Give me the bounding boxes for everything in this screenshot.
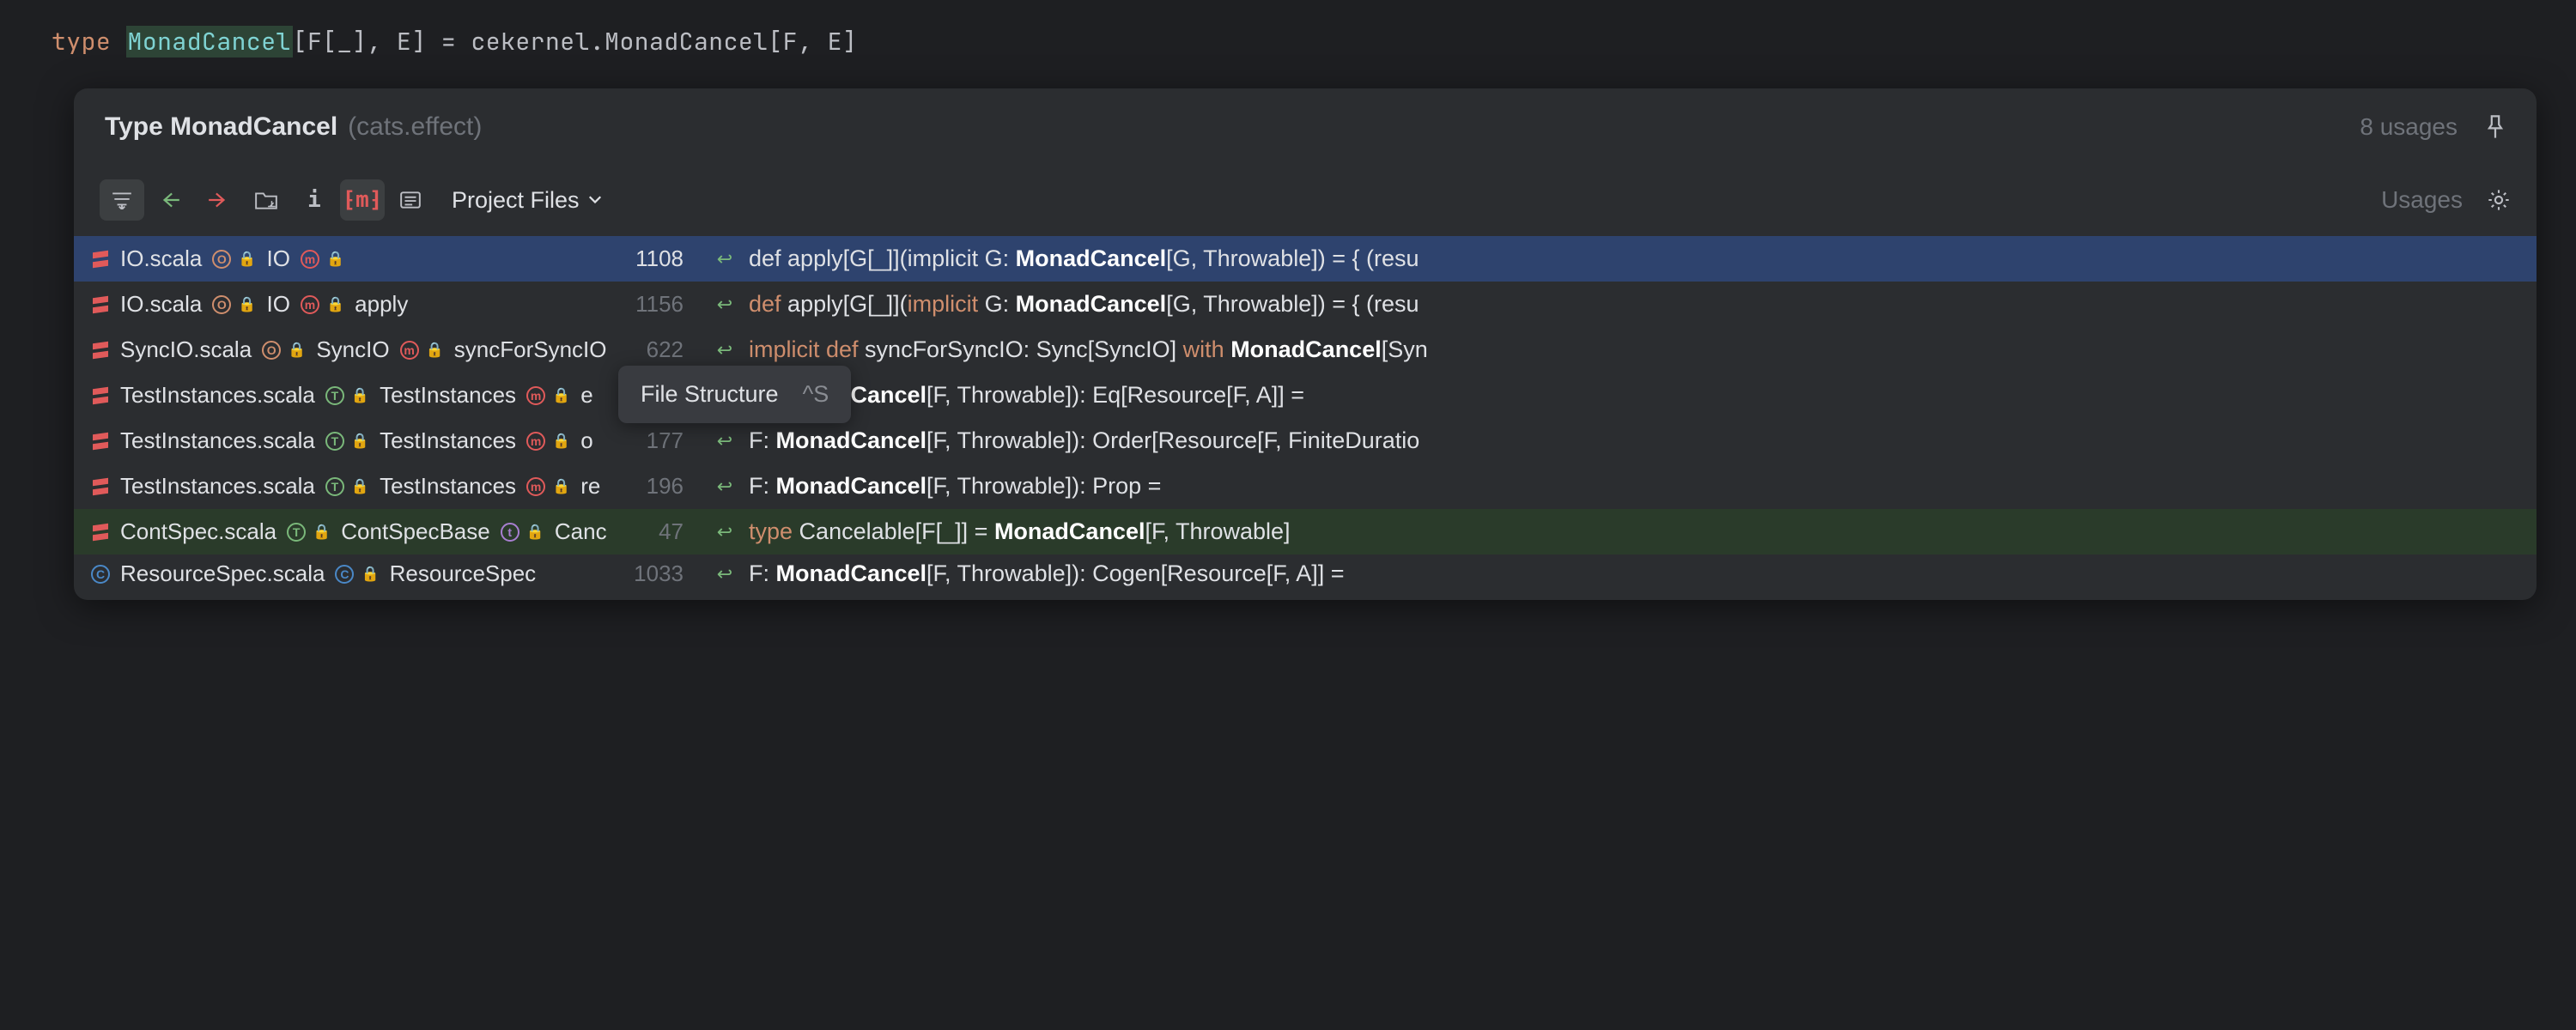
lock-icon: 🔒 [238, 296, 256, 313]
lock-icon: 🔒 [552, 478, 570, 495]
usage-row[interactable]: ContSpec.scala T 🔒 ContSpecBase t 🔒 Canc… [74, 509, 2537, 554]
method-icon: m [526, 477, 545, 496]
read-arrow-icon: ↩ [709, 430, 740, 452]
usage-row[interactable]: TestInstances.scala T 🔒 TestInstances m … [74, 464, 2537, 509]
code-preview: type Cancelable[F[_]] = MonadCancel[F, T… [749, 518, 2519, 545]
file-structure-tooltip: File Structure ^S [618, 366, 851, 423]
scala-file-icon [91, 477, 110, 496]
lock-icon: 🔒 [313, 524, 331, 541]
chevron-down-icon [588, 196, 602, 204]
lock-icon: 🔒 [361, 566, 379, 583]
usage-row[interactable]: IO.scala O 🔒 IO m 🔒 1108 ↩ def apply[G[_… [74, 236, 2537, 282]
method-icon: m [301, 295, 319, 314]
read-arrow-icon: ↩ [709, 294, 740, 316]
scala-file-icon [91, 250, 110, 269]
lock-icon: 🔒 [351, 433, 369, 450]
lock-icon: 🔒 [288, 342, 306, 359]
line-number: 1108 [615, 245, 683, 272]
trait-icon: T [325, 477, 344, 496]
usage-list: IO.scala O 🔒 IO m 🔒 1108 ↩ def apply[G[_… [74, 236, 2537, 600]
line-number: 177 [615, 427, 683, 454]
method-icon: m [526, 432, 545, 451]
read-arrow-icon: ↩ [709, 476, 740, 498]
lock-icon: 🔒 [326, 251, 344, 268]
lock-icon: 🔒 [238, 251, 256, 268]
read-arrow-icon: ↩ [709, 339, 740, 361]
pin-icon[interactable] [2485, 115, 2506, 139]
code-preview: implicit def syncForSyncIO: Sync[SyncIO]… [749, 336, 2519, 363]
line-number: 1156 [615, 291, 683, 318]
read-arrow-icon: ↩ [709, 248, 740, 270]
class-icon: C [335, 565, 354, 584]
code-preview: F: MonadCancel[F, Throwable]): Cogen[Res… [749, 560, 2519, 587]
code-preview: F: MonadCancel[F, Throwable]): Eq[Resour… [749, 382, 2519, 409]
trait-icon: T [287, 523, 306, 542]
scope-dropdown[interactable]: Project Files [452, 187, 602, 214]
write-access-button[interactable] [196, 179, 240, 221]
sort-button[interactable] [100, 179, 144, 221]
line-number: 196 [615, 473, 683, 500]
object-icon: O [212, 250, 231, 269]
scala-file-icon [91, 386, 110, 405]
lock-icon: 🔒 [552, 387, 570, 404]
line-number: 1033 [615, 560, 683, 587]
method-icon: m [526, 386, 545, 405]
usage-row[interactable]: TestInstances.scala T 🔒 TestInstances m … [74, 373, 2537, 418]
usages-tab-label[interactable]: Usages [2381, 186, 2463, 214]
m-filter-button[interactable]: ⁅m⁆ [340, 179, 385, 221]
code-preview: F: MonadCancel[F, Throwable]): Prop = [749, 473, 2519, 500]
read-arrow-icon: ↩ [709, 521, 740, 543]
file-structure-button[interactable] [244, 179, 289, 221]
preview-button[interactable] [388, 179, 433, 221]
popup-subtitle: (cats.effect) [348, 112, 482, 142]
usages-popup: Type MonadCancel (cats.effect) 8 usages [74, 88, 2537, 600]
lock-icon: 🔒 [426, 342, 444, 359]
code-preview: def apply[G[_]](implicit G: MonadCancel[… [749, 245, 2519, 272]
scala-file-icon [91, 295, 110, 314]
trait-icon: T [325, 386, 344, 405]
popup-header: Type MonadCancel (cats.effect) 8 usages [74, 88, 2537, 166]
lock-icon: 🔒 [526, 524, 544, 541]
scala-file-icon [91, 432, 110, 451]
info-button[interactable]: i [292, 179, 337, 221]
usage-row[interactable]: IO.scala O 🔒 IO m 🔒 apply 1156 ↩ def app… [74, 282, 2537, 327]
lock-icon: 🔒 [351, 478, 369, 495]
scala-file-icon [91, 523, 110, 542]
class-file-icon: C [91, 565, 110, 584]
object-icon: O [262, 341, 281, 360]
lock-icon: 🔒 [326, 296, 344, 313]
object-icon: O [212, 295, 231, 314]
tooltip-label: File Structure [641, 381, 779, 408]
trait-icon: T [325, 432, 344, 451]
read-arrow-icon: ↩ [709, 563, 740, 585]
usage-row[interactable]: SyncIO.scala O 🔒 SyncIO m 🔒 syncForSyncI… [74, 327, 2537, 373]
popup-toolbar: i ⁅m⁆ Project Files Usages [74, 166, 2537, 236]
code-preview: F: MonadCancel[F, Throwable]): Order[Res… [749, 427, 2519, 454]
editor-code-line: type MonadCancel[F[_], E] = cekernel.Mon… [0, 0, 2576, 83]
gear-icon[interactable] [2487, 188, 2511, 212]
scala-file-icon [91, 341, 110, 360]
type-icon: t [501, 523, 519, 542]
line-number: 622 [615, 336, 683, 363]
usage-row[interactable]: C ResourceSpec.scala C 🔒 ResourceSpec 10… [74, 554, 2537, 600]
tooltip-shortcut: ^S [803, 381, 829, 408]
method-icon: m [400, 341, 419, 360]
usage-count: 8 usages [2360, 113, 2458, 141]
usage-row[interactable]: TestInstances.scala T 🔒 TestInstances m … [74, 418, 2537, 464]
method-icon: m [301, 250, 319, 269]
popup-title: Type MonadCancel [105, 112, 337, 142]
code-preview: def apply[G[_]](implicit G: MonadCancel[… [749, 291, 2519, 318]
lock-icon: 🔒 [552, 433, 570, 450]
line-number: 47 [615, 518, 683, 545]
read-access-button[interactable] [148, 179, 192, 221]
lock-icon: 🔒 [351, 387, 369, 404]
